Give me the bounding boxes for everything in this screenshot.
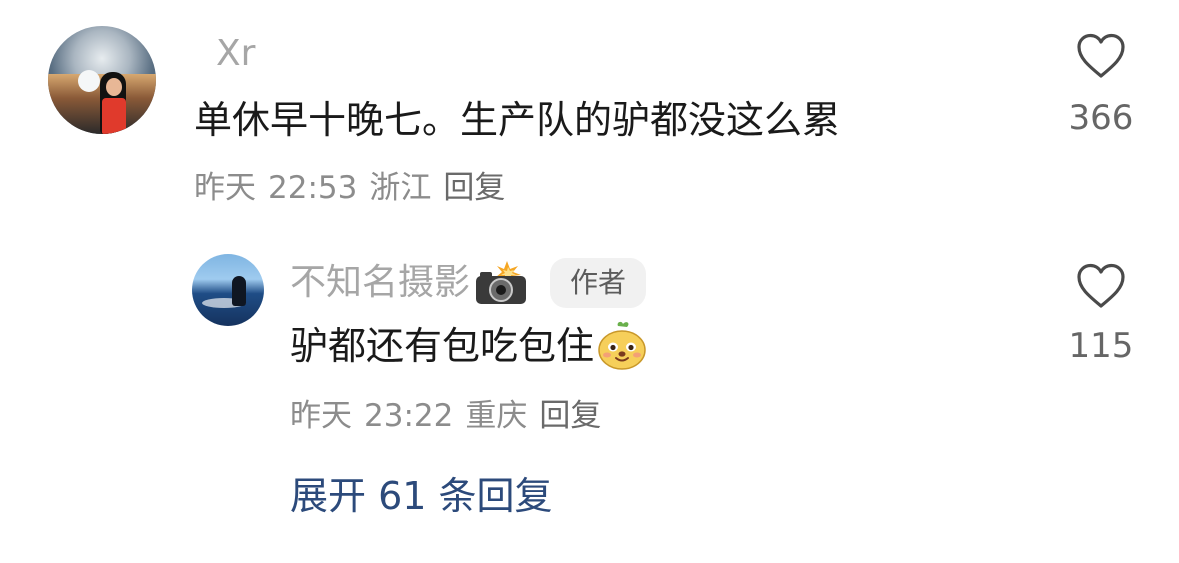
reply-username[interactable]: 不知名摄影 <box>290 263 470 303</box>
user-avatar[interactable] <box>192 254 264 326</box>
like-button[interactable] <box>1075 262 1127 310</box>
comment-meta: 昨天 22:53 浙江 回复 <box>194 170 517 206</box>
author-badge: 作者 <box>550 258 647 308</box>
heart-outline-icon <box>1077 263 1125 308</box>
avatar-dress <box>102 98 126 134</box>
reply-meta: 昨天 23:22 重庆 回复 <box>290 398 613 434</box>
dog-face-emoji-icon <box>598 321 646 370</box>
like-count: 115 <box>1068 326 1134 366</box>
like-count: 366 <box>1068 98 1134 138</box>
like-button[interactable] <box>1075 32 1127 80</box>
avatar-face <box>106 78 122 96</box>
reply-header: 不知名摄影 作者 <box>290 258 647 308</box>
comment-thread: Xr 单休早十晚七。生产队的驴都没这么累 昨天 22:53 浙江 回复 366 不知名… <box>0 0 1179 563</box>
reply-content: 驴都还有包吃包住 <box>290 320 648 372</box>
heart-outline-icon <box>1077 33 1125 78</box>
reply-location: 重庆 <box>465 398 528 434</box>
comment-username[interactable]: Xr <box>216 34 255 74</box>
comment-location: 浙江 <box>369 170 432 206</box>
reply-date: 昨天 <box>290 398 352 434</box>
avatar-orb <box>78 70 100 92</box>
reply-button[interactable]: 回复 <box>443 170 505 206</box>
expand-replies-link[interactable]: 展开 61 条回复 <box>290 474 553 518</box>
comment-text: 单休早十晚七。生产队的驴都没这么累 <box>194 98 841 142</box>
user-avatar[interactable] <box>48 26 156 134</box>
comment-date: 昨天 <box>194 170 256 206</box>
reply-time: 23:22 <box>364 398 454 434</box>
camera-flash-icon <box>476 261 527 304</box>
reply-text: 驴都还有包吃包住 <box>290 324 595 368</box>
avatar-figure <box>232 276 246 306</box>
reply-button[interactable]: 回复 <box>539 398 601 434</box>
comment-time: 22:53 <box>268 170 358 206</box>
